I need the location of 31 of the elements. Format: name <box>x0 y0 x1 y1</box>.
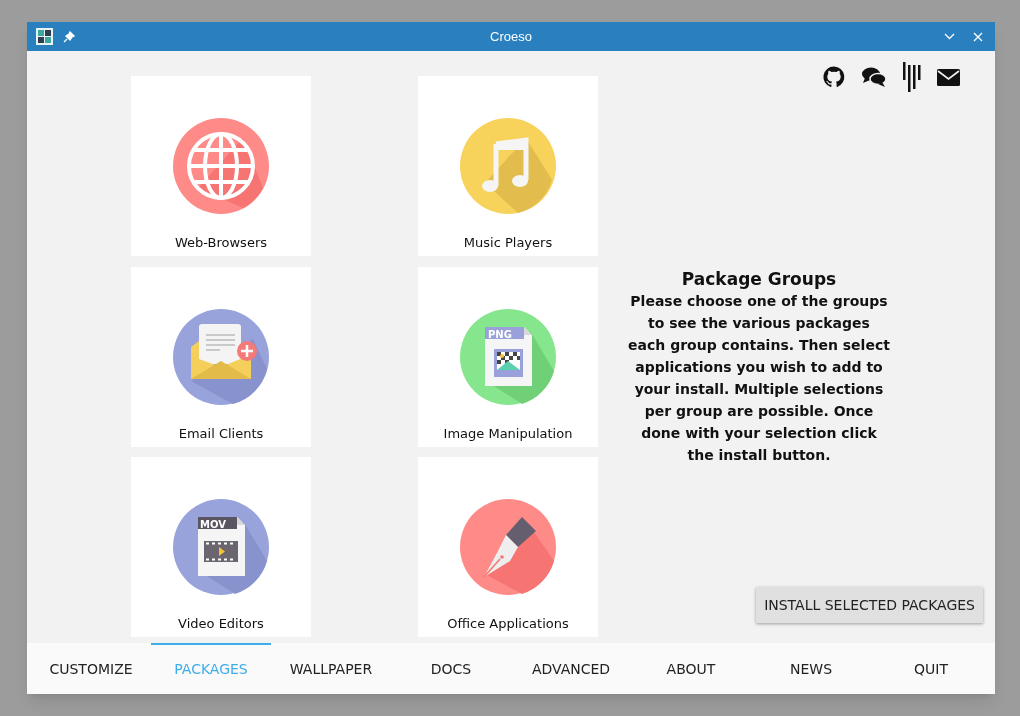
nav-tab[interactable]: ABOUT <box>631 643 751 694</box>
chevron-down-icon[interactable] <box>944 33 955 40</box>
package-group-tile[interactable]: PNG Image Manipulation <box>418 266 598 447</box>
app-logo-icon <box>36 28 53 45</box>
package-group-tile[interactable]: Office Applications <box>418 457 598 638</box>
envelope-plus-icon <box>173 308 269 405</box>
bars-icon[interactable] <box>902 62 922 92</box>
window-title: Croeso <box>490 27 532 46</box>
nav-tab[interactable]: QUIT <box>871 643 991 694</box>
chat-icon[interactable] <box>861 66 887 88</box>
nav-tab[interactable]: ADVANCED <box>511 643 631 694</box>
install-button[interactable]: INSTALL SELECTED PACKAGES <box>756 587 983 623</box>
github-icon[interactable] <box>822 65 846 89</box>
music-note-icon <box>460 118 556 214</box>
globe-icon <box>173 118 269 214</box>
pin-icon[interactable] <box>63 30 75 43</box>
nav-tab[interactable]: NEWS <box>751 643 871 694</box>
package-group-tile[interactable]: Music Players <box>418 76 598 256</box>
info-text: Please choose one of the groups to see the various packages each group contains. Then select applications you wish to add to your install. Multiple selections per group are possible. Once done with your selection click the install button. <box>628 292 890 465</box>
package-group-tile[interactable]: Web-Browsers <box>131 76 311 256</box>
video-file-drawing: MOV <box>198 517 245 577</box>
nav-tab[interactable]: WALLPAPER <box>271 643 391 694</box>
image-file-drawing: PNG <box>485 326 532 386</box>
nav-tab[interactable]: DOCS <box>391 643 511 694</box>
envelope-icon[interactable] <box>937 68 960 86</box>
section-heading: Package Groups <box>680 268 838 290</box>
close-icon[interactable] <box>973 31 983 42</box>
nav-tab[interactable]: CUSTOMIZE <box>31 643 151 694</box>
fountain-pen-icon <box>460 499 556 596</box>
package-group-tile[interactable]: MOV Video Editors <box>131 457 311 638</box>
package-group-tile[interactable]: Email Clients <box>131 266 311 447</box>
